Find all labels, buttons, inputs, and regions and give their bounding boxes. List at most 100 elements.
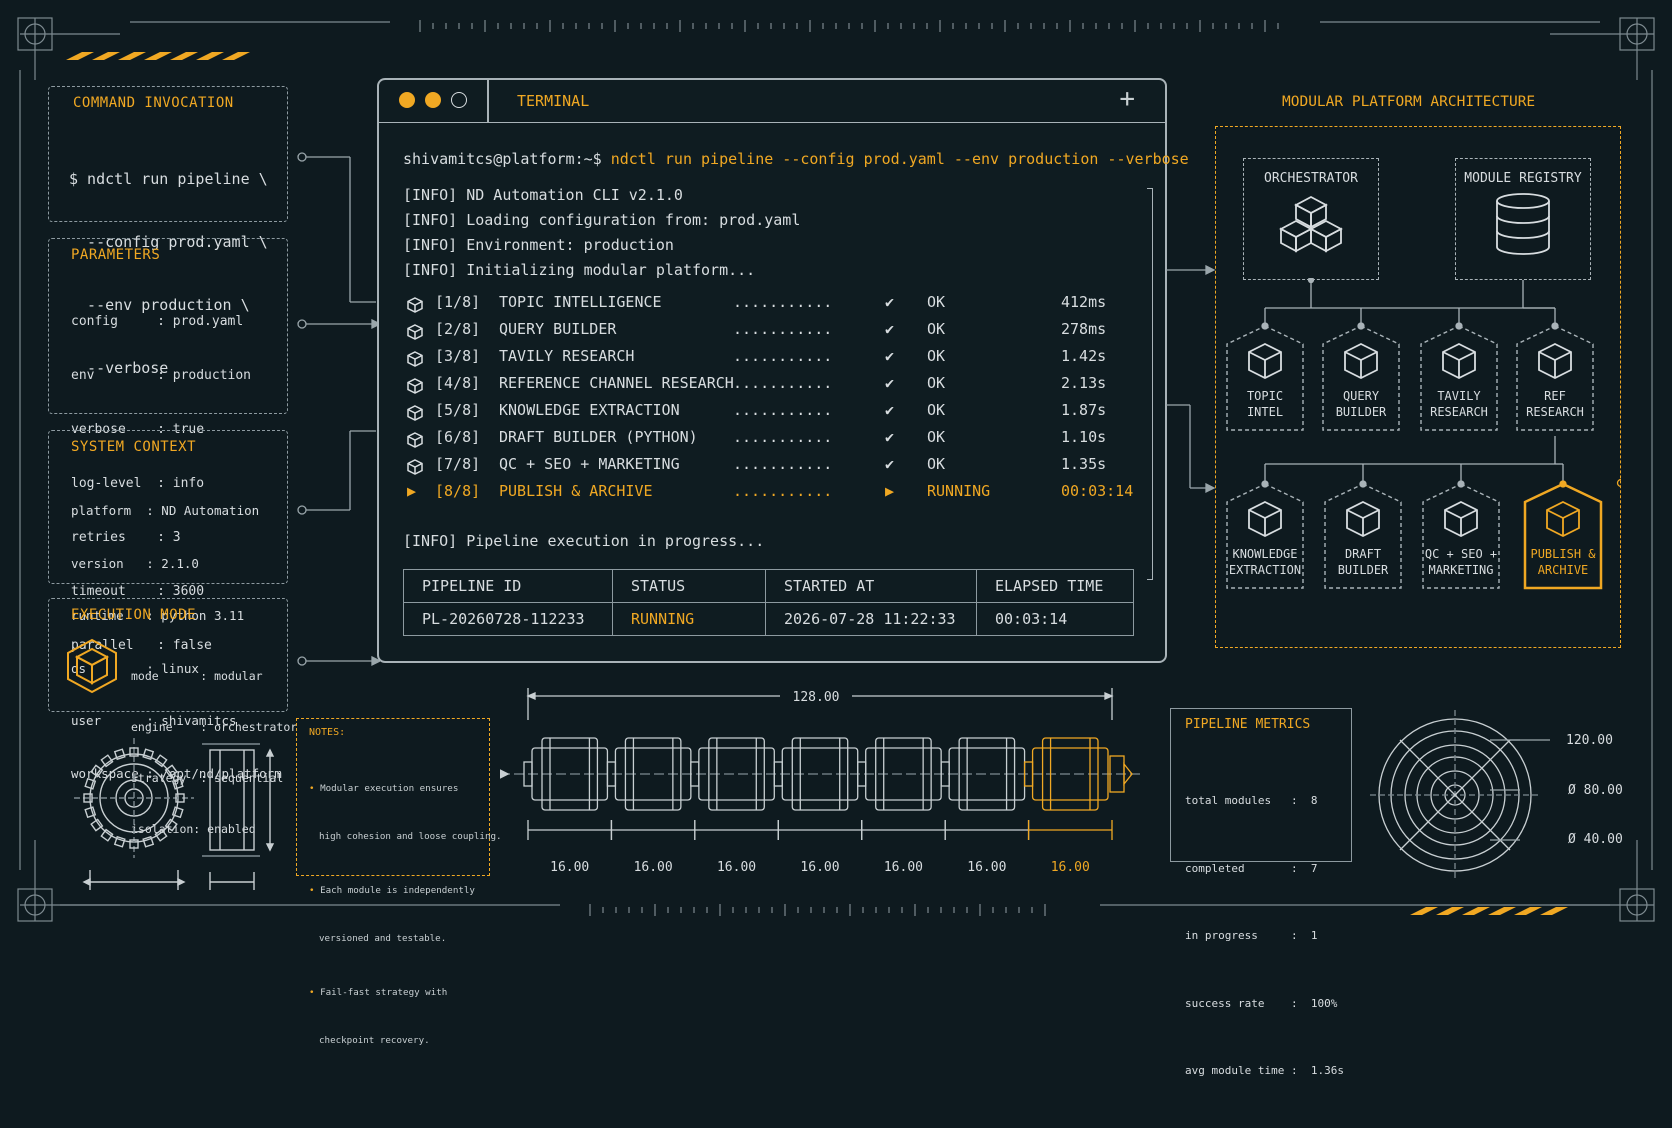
command-invocation-panel: COMMAND INVOCATION $ ndctl run pipeline … [48, 86, 288, 377]
module-node[interactable]: PUBLISH & ARCHIVE [1523, 482, 1603, 590]
shaft-segment-dim: 16.00 [716, 860, 757, 875]
system-context-title: SYSTEM CONTEXT [71, 439, 197, 455]
module-dots: ........... [733, 347, 833, 365]
terminal-tab-title[interactable]: TERMINAL [517, 92, 589, 110]
module-node[interactable]: REF RESEARCH [1515, 324, 1595, 432]
orchestrator-node[interactable]: ORCHESTRATOR [1243, 158, 1379, 280]
exec-mode: mode : modular [131, 669, 263, 683]
parameters-panel: PARAMETERS config : prod.yaml env : prod… [48, 238, 288, 653]
shaft-segment-dim: 16.00 [883, 860, 923, 875]
cube-icon [407, 401, 423, 425]
module-time: 1.87s [1061, 401, 1107, 419]
module-node-label: ARCHIVE [1537, 563, 1589, 577]
module-dots: ........... [733, 293, 833, 311]
module-status: OK [927, 320, 946, 338]
module-node[interactable]: QUERY BUILDER [1321, 324, 1401, 432]
execution-mode-title: EXECUTION MODE [71, 607, 197, 623]
module-node[interactable]: TAVILY RESEARCH [1419, 324, 1499, 432]
shaft-drawing [500, 688, 1140, 840]
module-node[interactable]: QC + SEO + MARKETING [1421, 482, 1501, 590]
terminal-window[interactable]: TERMINAL + shivamitcs@platform:~$ ndctl … [377, 78, 1189, 663]
module-node-label: RESEARCH [1526, 405, 1584, 419]
module-time: 278ms [1061, 320, 1107, 338]
ctx-platform: platform : ND Automation [71, 503, 260, 518]
note-item-cont: high cohesion and loose coupling. [319, 831, 502, 842]
metric-total: total modules : 8 [1185, 794, 1318, 807]
metrics-title: PIPELINE METRICS [1185, 717, 1311, 732]
shaft-segment-dim: 16.00 [633, 860, 673, 875]
info-line: [INFO] ND Automation CLI v2.1.0 [403, 186, 683, 204]
module-name: PUBLISH & ARCHIVE [499, 482, 653, 500]
metric-avg-time: avg module time : 1.36s [1185, 1064, 1344, 1077]
system-context-panel: SYSTEM CONTEXT platform : ND Automation … [48, 430, 288, 781]
terminal-titlebar: TERMINAL + [379, 80, 1165, 123]
architecture-title: MODULAR PLATFORM ARCHITECTURE [1282, 94, 1536, 110]
module-step: [3/8] [435, 347, 481, 365]
radial-leaders [1490, 739, 1520, 841]
table-row: PL-20260728-112233 RUNNING 2026-07-28 11… [403, 602, 1134, 636]
module-name: DRAFT BUILDER (PYTHON) [499, 428, 698, 446]
module-status: OK [927, 293, 946, 311]
table-header: ELAPSED TIME [976, 569, 1134, 603]
module-node-label: REF [1544, 389, 1566, 403]
new-tab-button[interactable]: + [1119, 84, 1135, 114]
module-status: OK [927, 455, 946, 473]
check-icon: ✔ [885, 374, 895, 392]
module-registry-node[interactable]: MODULE REGISTRY [1455, 158, 1591, 280]
note-item-cont: checkpoint recovery. [319, 1035, 430, 1046]
module-time: 1.10s [1061, 428, 1107, 446]
module-row: [4/8] REFERENCE CHANNEL RESEARCH.........… [407, 374, 1147, 398]
module-name: TOPIC INTELLIGENCE [499, 293, 662, 311]
cube-icon [1538, 342, 1572, 380]
module-dots: ........... [733, 401, 833, 419]
pipeline-status: RUNNING [612, 602, 766, 636]
dim-40: Ø 40.00 [1568, 832, 1623, 847]
notes-title: NOTES: [309, 727, 346, 738]
pipeline-started: 2026-07-28 11:22:33 [765, 602, 977, 636]
pipeline-id: PL-20260728-112233 [403, 602, 613, 636]
gear-drawing [74, 738, 275, 890]
window-dot-minimize[interactable] [425, 92, 441, 108]
cube-icon [407, 428, 423, 452]
module-dots: ........... [733, 482, 833, 500]
shaft-segment-dim: 16.00 [550, 860, 590, 875]
module-node-label: BUILDER [1337, 563, 1389, 577]
module-step: [7/8] [435, 455, 481, 473]
metric-completed: completed : 7 [1185, 861, 1318, 875]
table-header: STARTED AT [765, 569, 977, 603]
info-line: [INFO] Loading configuration from: prod.… [403, 211, 801, 229]
module-status: OK [927, 401, 946, 419]
module-step: [8/8] [435, 482, 481, 500]
module-node-label: INTEL [1246, 405, 1284, 419]
check-icon: ✔ [885, 320, 895, 338]
module-node[interactable]: DRAFT BUILDER [1323, 482, 1403, 590]
module-dots: ........... [733, 455, 833, 473]
cube-icon [407, 455, 423, 479]
shaft-segment-dim: 16.00 [1050, 860, 1090, 875]
window-dot-maximize[interactable] [451, 92, 467, 108]
cube-icon [407, 374, 423, 398]
module-time: 1.35s [1061, 455, 1107, 473]
right-connectors [1166, 264, 1216, 494]
cube-icon [1248, 342, 1282, 380]
window-dot-close[interactable] [399, 92, 415, 108]
module-row: [5/8] KNOWLEDGE EXTRACTION........... ✔ OK 1… [407, 401, 1147, 425]
module-row: ▶ [8/8] PUBLISH & ARCHIVE........... ▶ RUNNI… [407, 482, 1147, 506]
pipeline-metrics-panel: PIPELINE METRICS total modules : 8 compl… [1170, 708, 1352, 1077]
module-row: [3/8] TAVILY RESEARCH........... ✔ OK 1.42s [407, 347, 1147, 371]
module-step: [4/8] [435, 374, 481, 392]
module-node[interactable]: KNOWLEDGE EXTRACTION [1225, 482, 1305, 590]
terminal-scrollbar[interactable] [1147, 188, 1153, 580]
module-node-label: DRAFT [1344, 547, 1382, 561]
module-status: OK [927, 347, 946, 365]
module-row: [1/8] TOPIC INTELLIGENCE........... ✔ OK 412… [407, 293, 1147, 317]
pipeline-table: PIPELINE ID STATUS STARTED AT ELAPSED TI… [403, 569, 1134, 636]
check-icon: ✔ [885, 428, 895, 446]
module-name: QUERY BUILDER [499, 320, 617, 338]
module-time: 1.42s [1061, 347, 1107, 365]
module-node[interactable]: TOPIC INTEL [1225, 324, 1305, 432]
cube-icon [67, 638, 117, 694]
shaft-segment-dim: 16.00 [800, 860, 840, 875]
table-header: PIPELINE ID [403, 569, 613, 603]
cube-icon [1346, 500, 1380, 538]
